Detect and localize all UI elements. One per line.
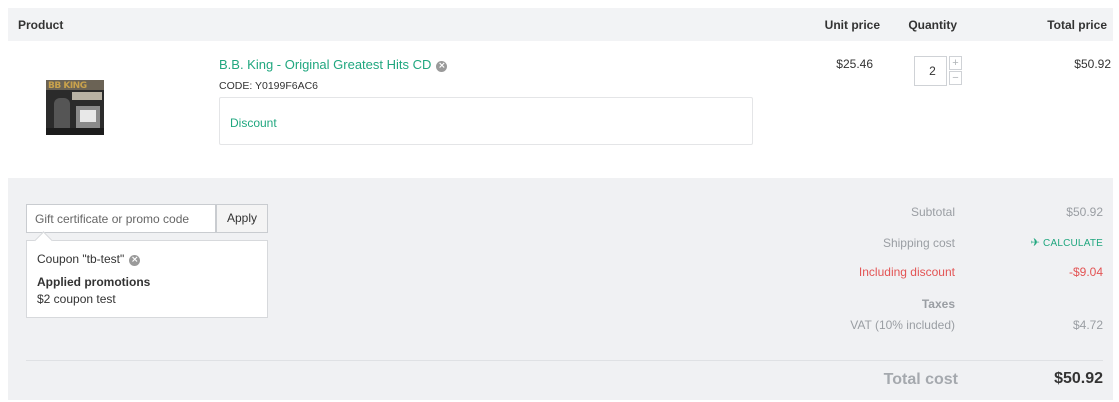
total-cost-label: Total cost [883, 371, 958, 388]
cart-table-header: Product Unit price Quantity Total price [8, 8, 1113, 41]
calculate-shipping-link[interactable]: ✈ CALCULATE [1031, 236, 1103, 249]
airplane-icon: ✈ [1030, 237, 1041, 249]
coupon-text: Coupon "tb-test" [37, 252, 125, 266]
apply-promo-button[interactable]: Apply [216, 204, 268, 233]
total-cost-value: $50.92 [1054, 370, 1103, 387]
remove-coupon-icon[interactable]: × [129, 255, 141, 266]
subtotal-label: Subtotal [910, 205, 955, 219]
quantity-decrease-button[interactable]: − [949, 71, 962, 85]
coupon-line: Coupon "tb-test" × [37, 252, 141, 266]
cart-summary-panel: Apply Coupon "tb-test" × Applied promotio… [8, 178, 1113, 400]
unit-price: $25.46 [836, 57, 873, 71]
applied-coupons-panel: Coupon "tb-test" × Applied promotions $2 … [26, 240, 268, 318]
quantity-stepper: + − [914, 56, 965, 86]
shipping-cost-label: Shipping cost [882, 236, 955, 250]
vat-label: VAT (10% included) [850, 318, 955, 332]
quantity-increase-button[interactable]: + [949, 56, 962, 70]
thumbnail-floor [46, 128, 104, 135]
thumbnail-subtitle-block [72, 92, 102, 100]
header-unit-price: Unit price [824, 18, 880, 32]
discount-label: Including discount [858, 265, 955, 279]
thumbnail-figure [54, 98, 70, 128]
product-name: B.B. King - Original Greatest Hits CD [219, 57, 432, 72]
header-product: Product [18, 18, 64, 32]
product-thumbnail[interactable]: BB KING [46, 80, 104, 135]
item-total-price: $50.92 [1074, 57, 1111, 71]
quantity-input[interactable] [914, 56, 947, 86]
applied-promotion-item: $2 coupon test [37, 292, 116, 306]
calculate-label: CALCULATE [1043, 238, 1103, 249]
product-code: CODE: Y0199F6AC6 [219, 80, 319, 92]
header-quantity: Quantity [908, 18, 957, 32]
discount-box: Discount [219, 97, 753, 145]
product-name-link[interactable]: B.B. King - Original Greatest Hits CD × [219, 57, 448, 72]
header-total-price: Total price [1047, 18, 1107, 32]
remove-product-icon[interactable]: × [436, 61, 448, 72]
vat-value: $4.72 [1072, 318, 1103, 332]
discount-link[interactable]: Discount [230, 116, 277, 130]
taxes-heading: Taxes [921, 297, 955, 311]
promo-code-input[interactable] [26, 204, 216, 233]
summary-divider [26, 360, 1103, 361]
applied-promotions-title: Applied promotions [37, 275, 151, 289]
thumbnail-amp-face [80, 110, 96, 122]
subtotal-value: $50.92 [1066, 205, 1103, 219]
discount-value: -$9.04 [1068, 265, 1103, 279]
thumbnail-title: BB KING [48, 81, 87, 91]
